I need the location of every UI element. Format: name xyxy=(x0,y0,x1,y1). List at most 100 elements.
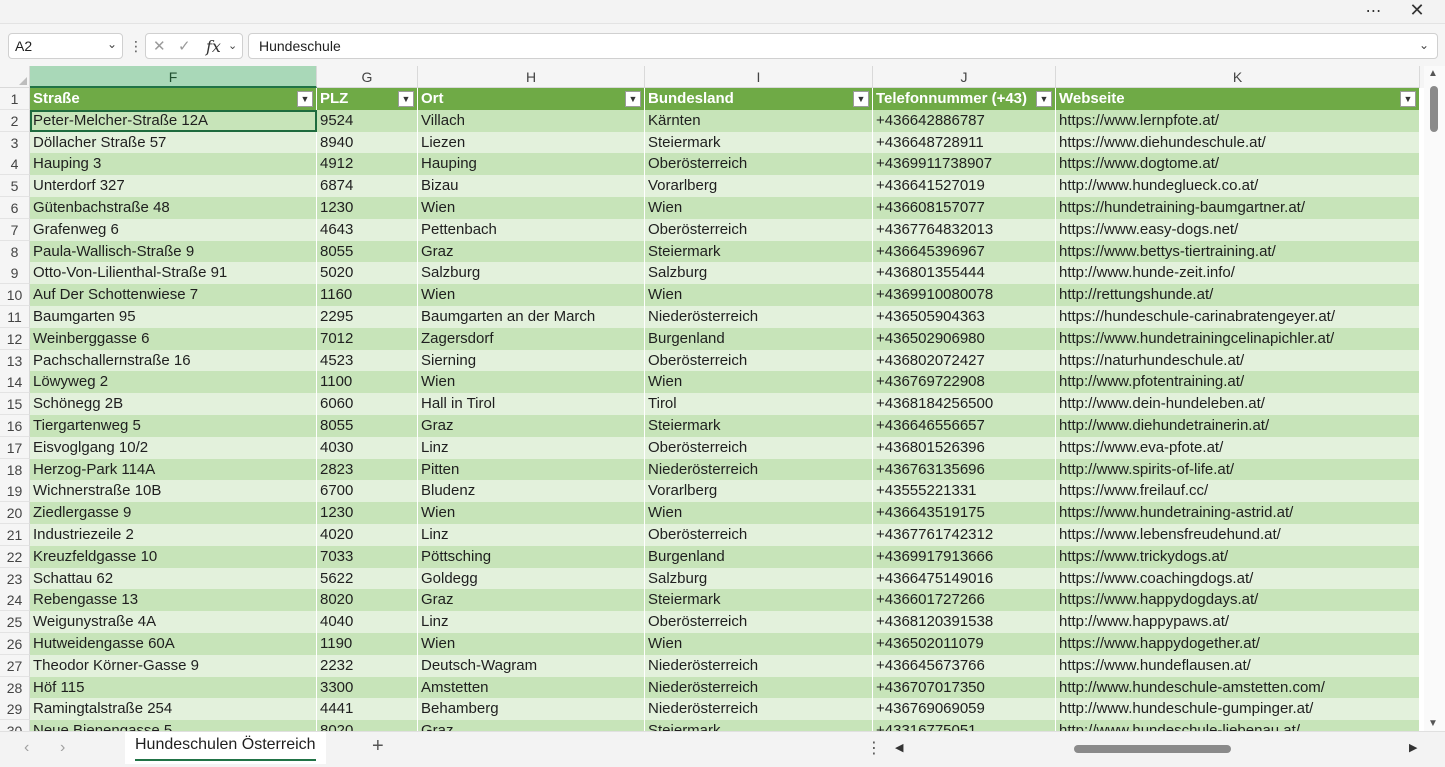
cell-strasse[interactable]: Löwyweg 2 xyxy=(30,371,317,394)
cell-telefon[interactable]: +4369910080078 xyxy=(873,284,1056,307)
header-cell-ort[interactable]: Ort ▼ xyxy=(418,88,645,110)
cell-ort[interactable]: Deutsch-Wagram xyxy=(418,654,645,677)
cell-strasse[interactable]: Hauping 3 xyxy=(30,153,317,176)
cell-plz[interactable]: 2232 xyxy=(317,654,418,677)
row-number[interactable]: 12 xyxy=(0,327,30,350)
cell-ort[interactable]: Wien xyxy=(418,371,645,394)
cell-webseite[interactable]: http://www.hunde-zeit.info/ xyxy=(1056,262,1420,285)
cell-bundesland[interactable]: Wien xyxy=(645,197,873,219)
column-header-k[interactable]: K xyxy=(1056,66,1420,88)
row-number[interactable]: 13 xyxy=(0,349,30,372)
cell-webseite[interactable]: https://www.eva-pfote.at/ xyxy=(1056,436,1420,459)
header-cell-bundesland[interactable]: Bundesland ▼ xyxy=(645,88,873,110)
cell-strasse[interactable]: Döllacher Straße 57 xyxy=(30,131,317,154)
more-options-icon[interactable]: ⋯ xyxy=(1362,1,1386,21)
scroll-left-icon[interactable]: ◀ xyxy=(895,741,903,754)
cell-bundesland[interactable]: Niederösterreich xyxy=(645,698,873,721)
cell-telefon[interactable]: +4368120391538 xyxy=(873,611,1056,634)
cell-ort[interactable]: Liezen xyxy=(418,131,645,154)
row-number[interactable]: 22 xyxy=(0,545,30,568)
cell-plz[interactable]: 8055 xyxy=(317,240,418,263)
cell-telefon[interactable]: +436608157077 xyxy=(873,197,1056,219)
cell-webseite[interactable]: http://www.hundeschule-liebenau.at/ xyxy=(1056,720,1420,731)
cell-bundesland[interactable]: Burgenland xyxy=(645,545,873,568)
cell-telefon[interactable]: +436769722908 xyxy=(873,371,1056,394)
cell-plz[interactable]: 1100 xyxy=(317,371,418,394)
select-all-corner[interactable] xyxy=(0,66,30,88)
cell-bundesland[interactable]: Burgenland xyxy=(645,327,873,350)
cell-strasse[interactable]: Baumgarten 95 xyxy=(30,306,317,328)
row-number[interactable]: 17 xyxy=(0,436,30,459)
cell-strasse[interactable]: Ramingtalstraße 254 xyxy=(30,698,317,721)
cell-strasse[interactable]: Herzog-Park 114A xyxy=(30,458,317,481)
cell-bundesland[interactable]: Wien xyxy=(645,371,873,394)
cell-webseite[interactable]: https://www.trickydogs.at/ xyxy=(1056,545,1420,568)
cell-webseite[interactable]: https://www.hundetrainingcelinapichler.a… xyxy=(1056,327,1420,350)
cell-ort[interactable]: Salzburg xyxy=(418,262,645,285)
cell-plz[interactable]: 6874 xyxy=(317,175,418,198)
chevron-down-icon[interactable]: ⌄ xyxy=(228,39,237,52)
cell-ort[interactable]: Behamberg xyxy=(418,698,645,721)
cell-bundesland[interactable]: Vorarlberg xyxy=(645,480,873,503)
cell-bundesland[interactable]: Oberösterreich xyxy=(645,436,873,459)
cell-plz[interactable]: 3300 xyxy=(317,676,418,699)
cell-plz[interactable]: 9524 xyxy=(317,109,418,132)
row-number[interactable]: 29 xyxy=(0,698,30,721)
cell-plz[interactable]: 4040 xyxy=(317,611,418,634)
expand-formula-icon[interactable]: ⌄ xyxy=(1419,38,1429,52)
cell-bundesland[interactable]: Steiermark xyxy=(645,720,873,731)
filter-dropdown-icon[interactable]: ▼ xyxy=(853,91,869,107)
row-number[interactable]: 24 xyxy=(0,589,30,612)
row-number[interactable]: 19 xyxy=(0,480,30,503)
add-sheet-icon[interactable]: + xyxy=(372,735,384,758)
row-number[interactable]: 4 xyxy=(0,153,30,176)
row-number[interactable]: 2 xyxy=(0,109,30,132)
cell-bundesland[interactable]: Steiermark xyxy=(645,589,873,612)
cell-bundesland[interactable]: Steiermark xyxy=(645,415,873,437)
cell-telefon[interactable]: +436502906980 xyxy=(873,327,1056,350)
sheet-tab-active[interactable]: Hundeschulen Österreich xyxy=(125,732,326,764)
cell-webseite[interactable]: http://www.hundeschule-amstetten.com/ xyxy=(1056,676,1420,699)
cell-telefon[interactable]: +436601727266 xyxy=(873,589,1056,612)
scroll-up-icon[interactable]: ▲ xyxy=(1428,68,1438,79)
cell-bundesland[interactable]: Wien xyxy=(645,633,873,655)
cell-ort[interactable]: Wien xyxy=(418,502,645,525)
cell-strasse[interactable]: Höf 115 xyxy=(30,676,317,699)
cell-strasse[interactable]: Paula-Wallisch-Straße 9 xyxy=(30,240,317,263)
cell-telefon[interactable]: +43316775051 xyxy=(873,720,1056,731)
row-number[interactable]: 1 xyxy=(0,88,30,110)
cell-telefon[interactable]: +436642886787 xyxy=(873,109,1056,132)
cell-bundesland[interactable]: Oberösterreich xyxy=(645,218,873,241)
cell-plz[interactable]: 8940 xyxy=(317,131,418,154)
cell-strasse[interactable]: Wichnerstraße 10B xyxy=(30,480,317,503)
cell-webseite[interactable]: https://www.freilauf.cc/ xyxy=(1056,480,1420,503)
cell-telefon[interactable]: +436645396967 xyxy=(873,240,1056,263)
cell-telefon[interactable]: +436769069059 xyxy=(873,698,1056,721)
cell-webseite[interactable]: https://www.hundeflausen.at/ xyxy=(1056,654,1420,677)
filter-dropdown-icon[interactable]: ▼ xyxy=(297,91,313,107)
cell-plz[interactable]: 6700 xyxy=(317,480,418,503)
cell-plz[interactable]: 1230 xyxy=(317,197,418,219)
cell-webseite[interactable]: https://www.diehundeschule.at/ xyxy=(1056,131,1420,154)
cell-strasse[interactable]: Kreuzfeldgasse 10 xyxy=(30,545,317,568)
cell-plz[interactable]: 1190 xyxy=(317,633,418,655)
cell-ort[interactable]: Zagersdorf xyxy=(418,327,645,350)
cell-webseite[interactable]: http://www.diehundetrainerin.at/ xyxy=(1056,415,1420,437)
cell-plz[interactable]: 4912 xyxy=(317,153,418,176)
cell-ort[interactable]: Villach xyxy=(418,109,645,132)
cell-webseite[interactable]: https://naturhundeschule.at/ xyxy=(1056,349,1420,372)
cell-ort[interactable]: Linz xyxy=(418,524,645,546)
cell-telefon[interactable]: +436763135696 xyxy=(873,458,1056,481)
cell-webseite[interactable]: https://www.happydogdays.at/ xyxy=(1056,589,1420,612)
row-number[interactable]: 23 xyxy=(0,567,30,590)
cell-webseite[interactable]: https://www.dogtome.at/ xyxy=(1056,153,1420,176)
tab-bar-splitter-icon[interactable]: ⋮ xyxy=(866,738,882,758)
cell-telefon[interactable]: +436801526396 xyxy=(873,436,1056,459)
cell-bundesland[interactable]: Niederösterreich xyxy=(645,458,873,481)
header-cell-webseite[interactable]: Webseite ▼ xyxy=(1056,88,1420,110)
cell-plz[interactable]: 1160 xyxy=(317,284,418,307)
cell-webseite[interactable]: http://www.happypaws.at/ xyxy=(1056,611,1420,634)
cancel-icon[interactable]: ✕ xyxy=(153,37,166,55)
cell-plz[interactable]: 5020 xyxy=(317,262,418,285)
cell-strasse[interactable]: Ziedlergasse 9 xyxy=(30,502,317,525)
